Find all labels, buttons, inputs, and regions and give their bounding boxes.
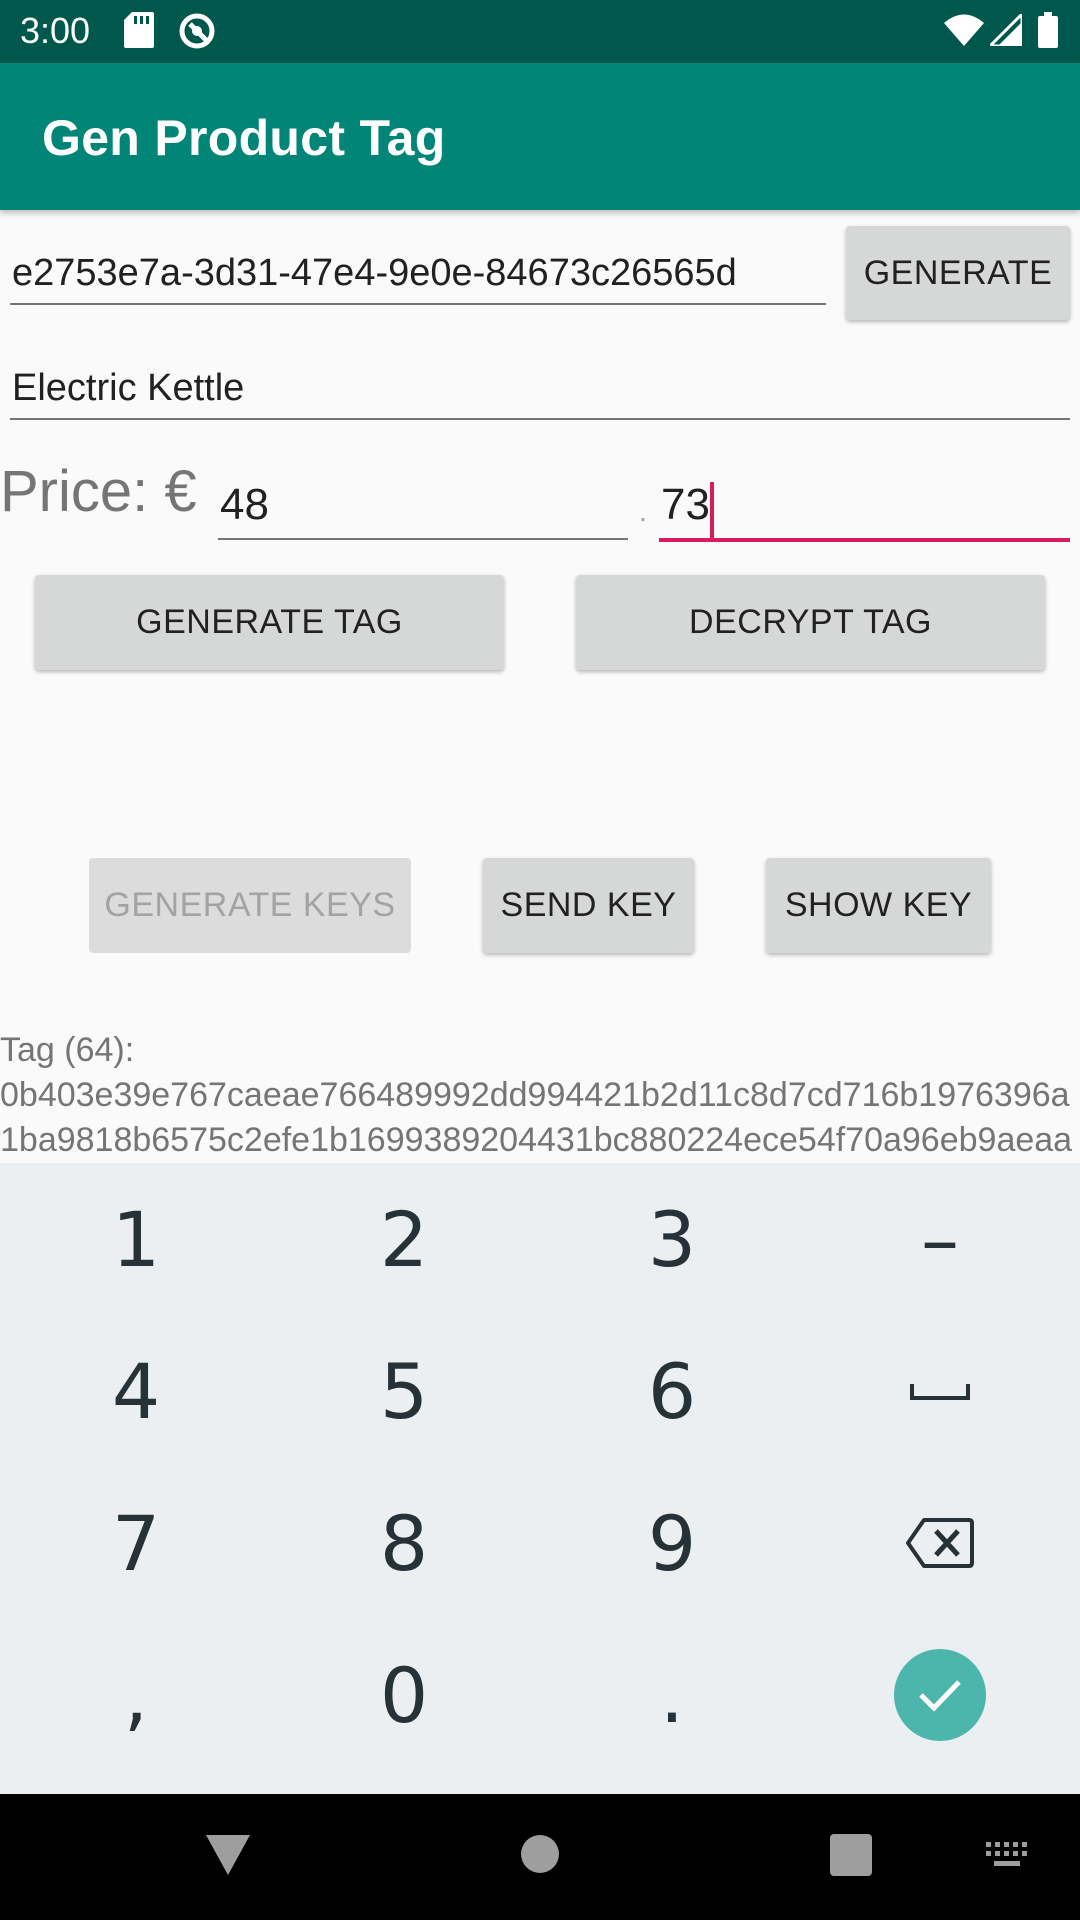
key-1[interactable]: 1 [2, 1163, 270, 1315]
backspace-icon [906, 1518, 974, 1568]
signal-icon [990, 14, 1022, 46]
tag-output: Tag (64): 0b403e39e767caeae766489992dd99… [0, 1028, 1080, 1163]
price-cents-value: 73 [661, 480, 710, 529]
key-6[interactable]: 6 [538, 1315, 806, 1467]
status-bar: 3:00 [0, 0, 1080, 63]
text-cursor [710, 482, 714, 542]
sd-card-icon [124, 12, 154, 48]
uuid-field[interactable]: e2753e7a-3d31-47e4-9e0e-84673c26565d [10, 245, 826, 305]
enter-button [894, 1649, 986, 1741]
check-icon [919, 1680, 961, 1712]
key-period[interactable]: . [538, 1619, 806, 1771]
show-key-button[interactable]: SHOW KEY [766, 858, 991, 953]
key-enter[interactable] [806, 1619, 1074, 1771]
price-whole-field[interactable]: 48 [218, 478, 628, 540]
back-icon[interactable] [206, 1835, 250, 1875]
key-minus[interactable]: – [806, 1163, 1074, 1315]
key-3[interactable]: 3 [538, 1163, 806, 1315]
recents-icon[interactable] [830, 1834, 872, 1876]
numeric-keyboard: 1 2 3 – 4 5 6 7 8 9 , 0 . [0, 1163, 1080, 1794]
key-2[interactable]: 2 [270, 1163, 538, 1315]
key-space[interactable] [806, 1315, 1074, 1467]
key-comma[interactable]: , [2, 1619, 270, 1771]
uuid-value: e2753e7a-3d31-47e4-9e0e-84673c26565d [12, 252, 737, 294]
wifi-icon [944, 14, 984, 46]
price-label: Price: € [0, 459, 197, 524]
product-name-field[interactable]: Electric Kettle [10, 360, 1070, 420]
key-4[interactable]: 4 [2, 1315, 270, 1467]
keyboard-switch-icon[interactable] [986, 1842, 1028, 1870]
key-5[interactable]: 5 [270, 1315, 538, 1467]
send-key-button[interactable]: SEND KEY [483, 858, 694, 953]
key-backspace[interactable] [806, 1467, 1074, 1619]
price-whole-value: 48 [220, 480, 269, 529]
key-9[interactable]: 9 [538, 1467, 806, 1619]
navigation-bar [0, 1794, 1080, 1920]
tag-output-text: Tag (64): 0b403e39e767caeae766489992dd99… [0, 1031, 1073, 1159]
vpn-icon [179, 13, 215, 49]
home-icon[interactable] [520, 1834, 560, 1874]
decimal-separator: . [639, 496, 647, 527]
battery-icon [1038, 12, 1058, 48]
app-title: Gen Product Tag [42, 110, 446, 166]
key-7[interactable]: 7 [2, 1467, 270, 1619]
generate-button[interactable]: GENERATE [846, 226, 1070, 320]
generate-keys-button[interactable]: GENERATE KEYS [89, 858, 411, 953]
screen: 3:00 Gen Product Tag e2753e7a-3d31-47e4-… [0, 0, 1080, 1920]
app-bar: Gen Product Tag [0, 63, 1080, 210]
decrypt-tag-button[interactable]: DECRYPT TAG [576, 575, 1045, 670]
key-8[interactable]: 8 [270, 1467, 538, 1619]
price-cents-field[interactable]: 73 [659, 478, 1070, 542]
product-name-value: Electric Kettle [12, 367, 245, 409]
status-time: 3:00 [20, 10, 91, 51]
space-icon [910, 1384, 970, 1400]
generate-tag-button[interactable]: GENERATE TAG [35, 575, 504, 670]
key-0[interactable]: 0 [270, 1619, 538, 1771]
